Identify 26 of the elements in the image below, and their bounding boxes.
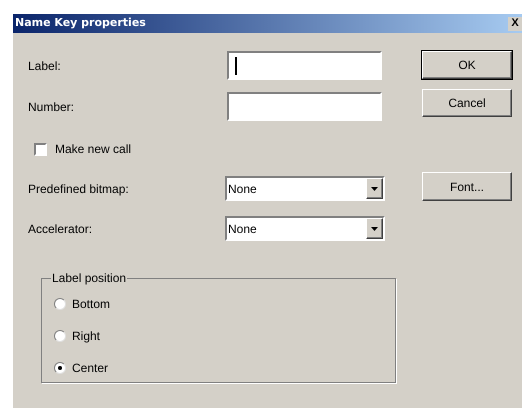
dialog-button[interactable]: OK: [422, 51, 512, 79]
dropdown-label: Accelerator:: [28, 220, 94, 238]
close-button[interactable]: X: [508, 16, 522, 30]
radio-label: Right: [72, 328, 100, 345]
caret-icon: [366, 178, 383, 199]
window-title: Name Key properties: [15, 15, 146, 32]
radio-label: Bottom: [72, 296, 110, 313]
dropdown-value: None: [227, 220, 257, 238]
text-field[interactable]: [227, 51, 382, 80]
radio-button[interactable]: [54, 362, 66, 374]
radio-label: Center: [72, 360, 108, 377]
dialog-button[interactable]: Font...: [422, 172, 512, 201]
field-label: Label:: [28, 58, 62, 74]
dropdown[interactable]: None: [225, 216, 385, 241]
dropdown-value: None: [227, 180, 257, 198]
dropdown[interactable]: None: [225, 176, 385, 201]
dialog-button[interactable]: Cancel: [422, 89, 512, 117]
radio-button[interactable]: [54, 330, 66, 342]
checkbox[interactable]: [34, 142, 47, 156]
text-field[interactable]: [227, 92, 382, 121]
group-title: Label position: [51, 270, 128, 287]
field-label: Number:: [28, 98, 76, 116]
checkbox-label: Make new call: [55, 141, 132, 158]
radio-button[interactable]: [54, 298, 66, 310]
caret-icon: [366, 218, 383, 239]
dropdown-label: Predefined bitmap:: [28, 180, 130, 198]
